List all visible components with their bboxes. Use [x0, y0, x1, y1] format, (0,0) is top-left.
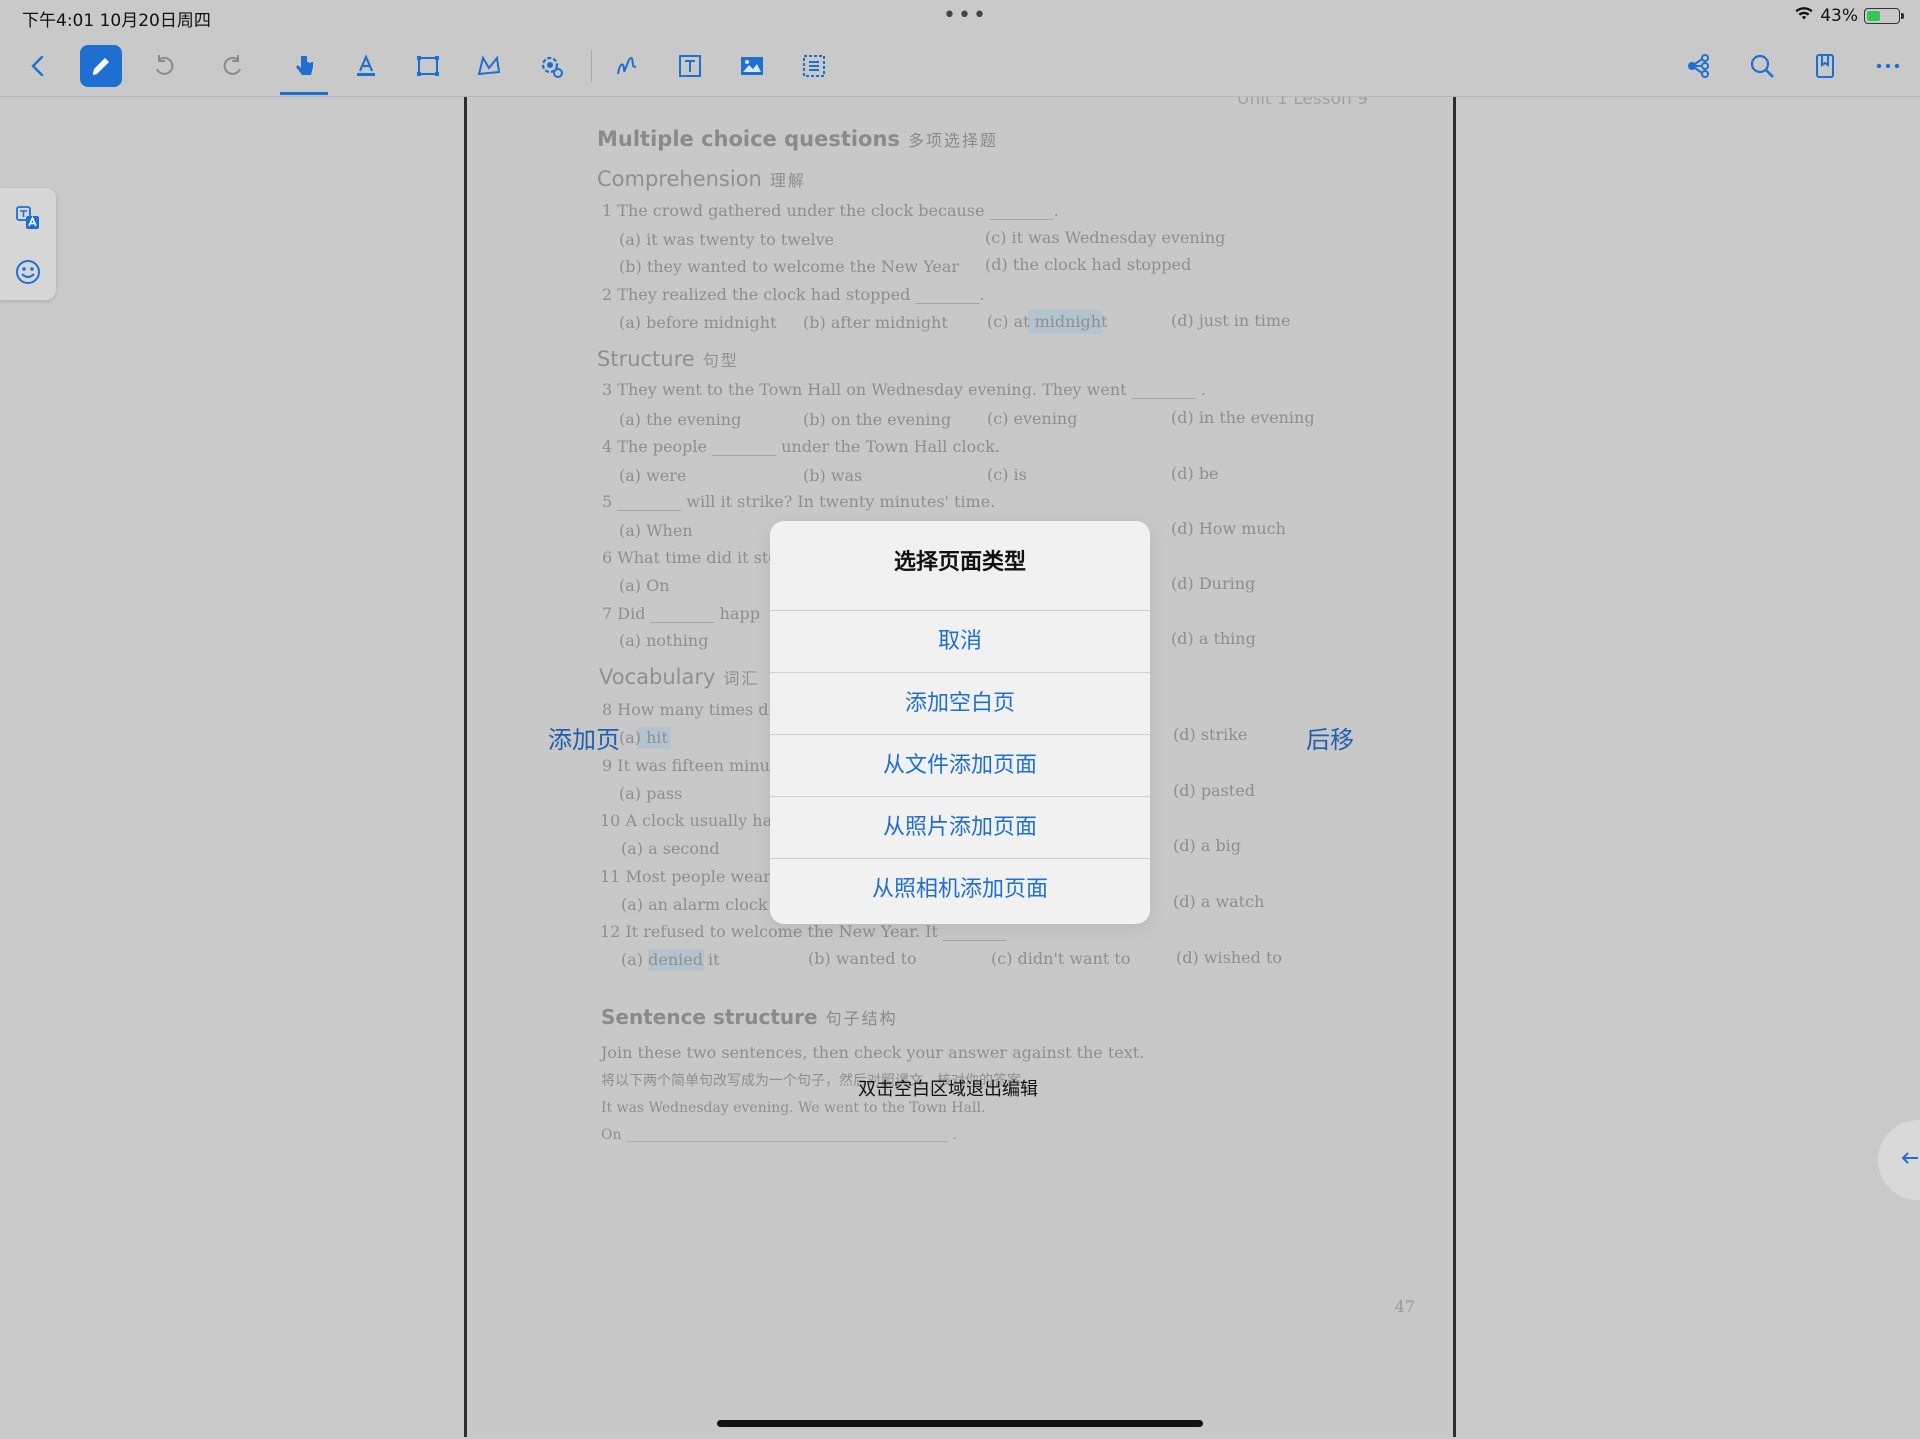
page-header: Unit 1 Lesson 9	[1237, 97, 1368, 109]
sticker-icon[interactable]	[12, 256, 44, 288]
settings-icon[interactable]	[529, 44, 573, 88]
toolbar	[0, 36, 1920, 97]
option-5d: (d) How much	[1171, 519, 1286, 538]
add-page-label[interactable]: 添加页	[548, 720, 620, 755]
structure-heading: Structure 句型	[597, 347, 739, 371]
option-1a: (a) it was twenty to twelve	[619, 230, 835, 249]
add-blank-page-button[interactable]: 添加空白页	[770, 673, 1150, 735]
vocabulary-heading: Vocabulary 词汇	[599, 665, 760, 689]
option-10d: (d) a big	[1173, 836, 1242, 855]
more-icon[interactable]	[1866, 44, 1910, 88]
page-number: 47	[1394, 1297, 1415, 1316]
question-4: 4 The people ________ under the Town Hal…	[602, 437, 1000, 456]
option-8d: (d) strike	[1173, 725, 1248, 744]
translate-icon[interactable]	[12, 202, 44, 234]
status-time-date: 下午4:01 10月20日周四	[22, 11, 211, 31]
add-page-from-file-button[interactable]: 从文件添加页面	[770, 735, 1150, 797]
option-4a: (a) were	[619, 466, 687, 485]
option-9a: (a) pass	[619, 784, 683, 803]
option-2b: (b) after midnight	[803, 313, 948, 332]
mcq-title: Multiple choice questions 多项选择题	[597, 127, 998, 151]
image-icon[interactable]	[730, 44, 774, 88]
exit-edit-hint: 双击空白区域退出编辑	[858, 1079, 1038, 1100]
page-type-dialog: 选择页面类型 取消 添加空白页 从文件添加页面 从照片添加页面 从照相机添加页面	[770, 521, 1150, 924]
option-11a: (a) an alarm clock	[621, 895, 768, 914]
option-7d: (d) a thing	[1171, 629, 1256, 648]
hand-pointer-icon[interactable]	[282, 44, 326, 88]
comprehension-heading: Comprehension 理解	[597, 167, 806, 191]
example-sentence: It was Wednesday evening. We went to the…	[601, 1100, 986, 1116]
option-9d: (d) pasted	[1173, 781, 1255, 800]
cancel-button[interactable]: 取消	[770, 611, 1150, 673]
add-page-from-photo-button[interactable]: 从照片添加页面	[770, 797, 1150, 859]
option-3c: (c) evening	[987, 409, 1078, 428]
option-7a: (a) nothing	[619, 631, 709, 650]
share-icon[interactable]	[1676, 44, 1720, 88]
bookmark-icon[interactable]	[1803, 44, 1847, 88]
option-2a: (a) before midnight	[619, 313, 777, 332]
question-7: 7 Did ________ happ	[602, 604, 760, 623]
toolbar-divider	[591, 50, 592, 82]
text-box-icon[interactable]	[668, 44, 712, 88]
active-tool-indicator	[280, 92, 328, 95]
option-4b: (b) was	[803, 466, 863, 485]
question-3: 3 They went to the Town Hall on Wednesda…	[602, 380, 1206, 399]
battery-percent: 43%	[1820, 5, 1858, 26]
option-3a: (a) the evening	[619, 410, 742, 429]
pen-icon[interactable]	[80, 45, 122, 87]
battery-icon	[1864, 7, 1904, 24]
wifi-icon	[1794, 5, 1814, 26]
answer-line: On _____________________________________…	[601, 1127, 957, 1143]
option-4d: (d) be	[1171, 464, 1219, 483]
join-instruction: Join these two sentences, then check you…	[601, 1043, 1145, 1062]
option-3b: (b) on the evening	[803, 410, 952, 429]
option-6a: (a) On	[619, 576, 670, 595]
option-11d: (d) a watch	[1173, 892, 1265, 911]
redo-icon[interactable]	[211, 44, 255, 88]
option-1b: (b) they wanted to welcome the New Year	[619, 257, 960, 276]
option-8a: (a) hit	[619, 728, 668, 747]
question-2: 2 They realized the clock had stopped __…	[602, 285, 985, 304]
stroke-icon[interactable]	[606, 44, 650, 88]
question-6: 6 What time did it sto	[602, 548, 778, 567]
question-9: 9 It was fifteen minu	[602, 756, 770, 775]
sentence-structure-heading: Sentence structure 句子结构	[601, 1005, 898, 1029]
option-12c: (c) didn't want to	[991, 949, 1131, 968]
multitasking-dots[interactable]: •••	[943, 3, 988, 28]
search-icon[interactable]	[1740, 44, 1784, 88]
right-edge-handle[interactable]	[1878, 1120, 1920, 1200]
status-right: 43%	[1794, 5, 1904, 26]
option-1d: (d) the clock had stopped	[985, 255, 1192, 274]
move-back-label[interactable]: 后移	[1306, 720, 1354, 755]
option-2c: (c) at midnight	[987, 312, 1108, 331]
undo-icon[interactable]	[142, 44, 186, 88]
option-6d: (d) During	[1171, 574, 1256, 593]
text-highlight-icon[interactable]	[344, 44, 388, 88]
question-1: 1 The crowd gathered under the clock bec…	[602, 201, 1059, 220]
question-11: 11 Most people wear o	[600, 867, 786, 886]
question-8: 8 How many times di	[602, 700, 774, 719]
status-bar: 下午4:01 10月20日周四 ••• 43%	[0, 0, 1920, 34]
arrow-left-icon	[1900, 1148, 1920, 1172]
question-5: 5 ________ will it strike? In twenty min…	[602, 492, 996, 511]
add-page-from-camera-button[interactable]: 从照相机添加页面	[770, 859, 1150, 921]
question-12: 12 It refused to welcome the New Year. I…	[600, 922, 1007, 941]
lasso-icon[interactable]	[467, 44, 511, 88]
option-5a: (a) When	[619, 521, 693, 540]
dialog-title: 选择页面类型	[770, 521, 1150, 611]
rectangle-select-icon[interactable]	[406, 44, 450, 88]
option-12b: (b) wanted to	[808, 949, 917, 968]
option-1c: (c) it was Wednesday evening	[985, 228, 1226, 247]
option-3d: (d) in the evening	[1171, 408, 1315, 427]
option-10a: (a) a second	[621, 839, 720, 858]
question-10: 10 A clock usually has	[600, 811, 781, 830]
ocr-icon[interactable]	[792, 44, 836, 88]
home-indicator[interactable]	[717, 1420, 1203, 1427]
option-12a: (a) denied it	[621, 950, 720, 969]
option-4c: (c) is	[987, 465, 1027, 484]
back-icon[interactable]	[16, 44, 60, 88]
option-2d: (d) just in time	[1171, 311, 1291, 330]
option-12d: (d) wished to	[1176, 948, 1282, 967]
side-tool-panel	[0, 188, 56, 300]
